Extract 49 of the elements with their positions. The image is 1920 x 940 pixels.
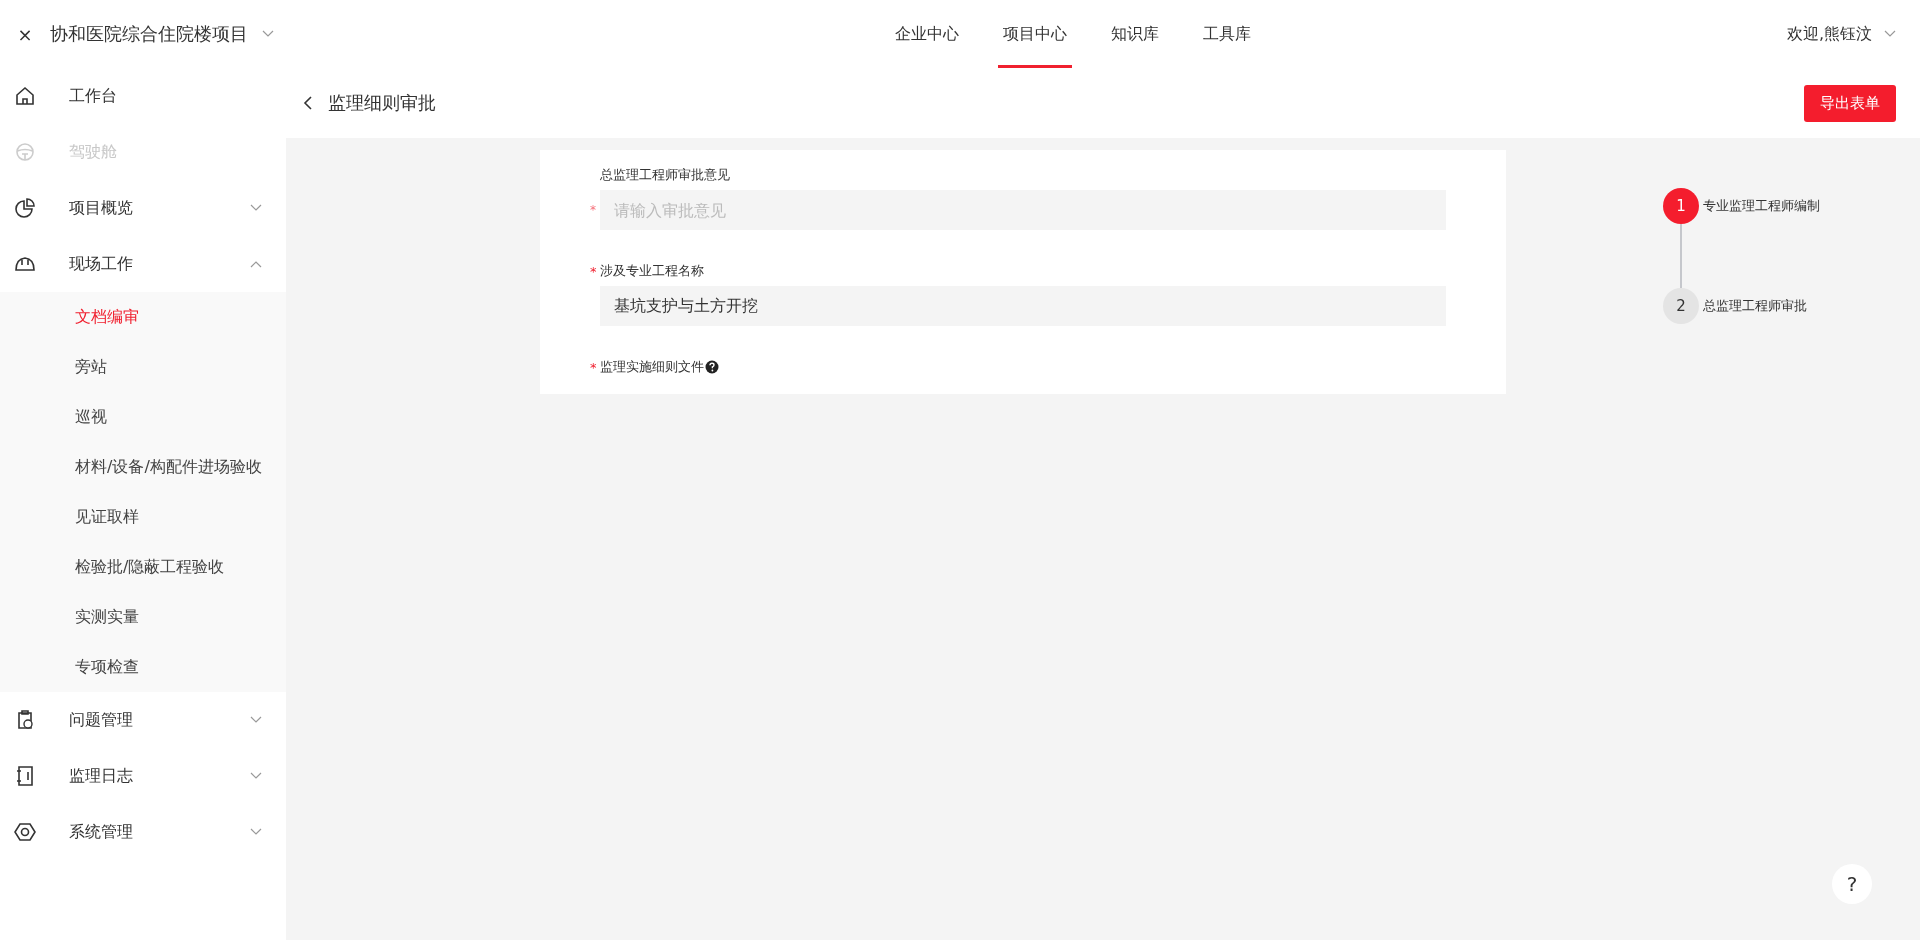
required-mark: * [590, 359, 597, 375]
page-title: 监理细则审批 [328, 91, 437, 115]
submenu-item[interactable]: 材料/设备/构配件进场验收 [0, 442, 286, 492]
sidebar-item[interactable]: 问题管理 [0, 692, 286, 748]
required-mark: * [590, 203, 596, 217]
sidebar-item[interactable]: 工作台 [0, 68, 286, 124]
submenu-item[interactable]: 见证取样 [0, 492, 286, 542]
back-icon[interactable] [302, 95, 314, 111]
nav-tab[interactable]: 工具库 [1198, 0, 1256, 68]
submenu-item[interactable]: 旁站 [0, 342, 286, 392]
sidebar-item[interactable]: 项目概览 [0, 180, 286, 236]
step-number: 1 [1663, 188, 1699, 224]
nav-tab[interactable]: 企业中心 [890, 0, 964, 68]
submenu-item[interactable]: 文档编审 [0, 292, 286, 342]
hexagon-nut-icon [14, 821, 36, 843]
project-selector[interactable]: 协和医院综合住院楼项目 [50, 22, 248, 46]
user-menu[interactable]: 欢迎,熊钰汶 [1786, 23, 1872, 45]
chevron-icon [250, 828, 262, 836]
submenu-item[interactable]: 巡视 [0, 392, 286, 442]
field-label: 总监理工程师审批意见 [600, 166, 730, 184]
required-mark: * [590, 263, 597, 279]
field-label: 涉及专业工程名称 [600, 262, 704, 280]
step-number: 2 [1663, 288, 1699, 324]
sidebar-item[interactable]: 现场工作 [0, 236, 286, 292]
submenu-item[interactable]: 检验批/隐蔽工程验收 [0, 542, 286, 592]
chevron-icon [250, 772, 262, 780]
chevron-icon [250, 204, 262, 212]
step-label: 专业监理工程师编制 [1703, 197, 1820, 215]
export-button[interactable]: 导出表单 [1804, 84, 1896, 122]
notebook-icon [14, 765, 36, 787]
chevron-icon [262, 30, 274, 38]
help-icon [705, 360, 719, 374]
home-icon [14, 85, 36, 107]
steering-wheel-icon [14, 141, 36, 163]
close-button[interactable]: × [0, 23, 50, 45]
input-field[interactable]: 请输入审批意见 [600, 190, 1446, 230]
input-field[interactable]: 基坑支护与土方开挖 [600, 286, 1446, 326]
nav-tab[interactable]: 知识库 [1106, 0, 1164, 68]
chevron-icon [250, 716, 262, 724]
help-button[interactable]: ? [1832, 864, 1872, 904]
submenu-item[interactable]: 实测实量 [0, 592, 286, 642]
sidebar-item[interactable]: 系统管理 [0, 804, 286, 860]
sidebar-item[interactable]: 监理日志 [0, 748, 286, 804]
submenu-item[interactable]: 专项检查 [0, 642, 286, 692]
pie-chart-icon [14, 197, 36, 219]
chevron-icon [1884, 30, 1896, 38]
field-label: 监理实施细则文件 [600, 358, 704, 376]
chevron-icon [250, 260, 262, 268]
step-label: 总监理工程师审批 [1703, 297, 1807, 315]
